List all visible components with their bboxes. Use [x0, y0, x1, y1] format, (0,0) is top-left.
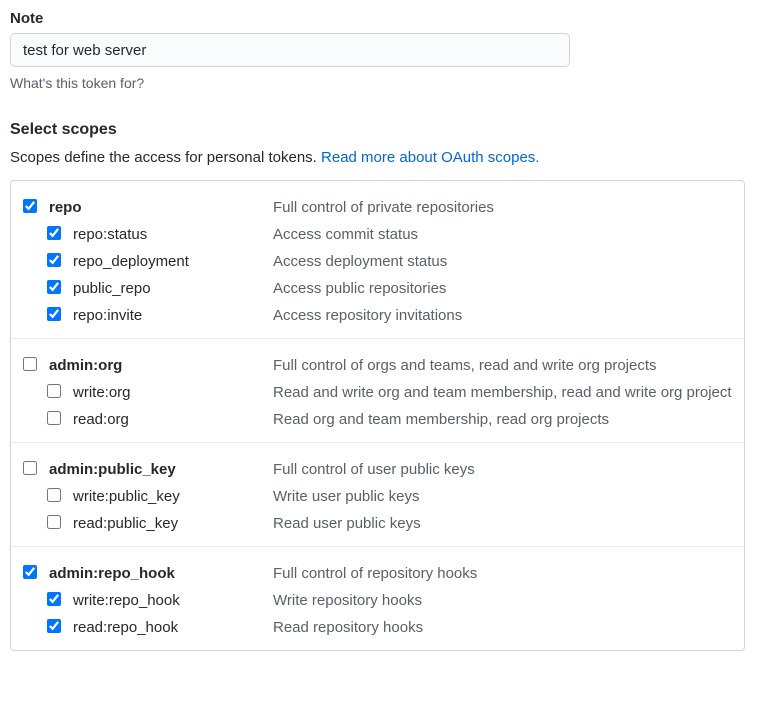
scope-checkbox-write-repo-hook[interactable] — [47, 592, 61, 606]
note-label: Note — [10, 10, 749, 27]
scope-desc: Full control of private repositories — [273, 197, 732, 216]
scope-desc: Read and write org and team membership, … — [273, 382, 732, 401]
scope-desc: Access repository invitations — [273, 305, 732, 324]
scope-group-admin-public-key: admin:public_key Full control of user pu… — [11, 442, 744, 546]
scope-name: admin:org — [49, 357, 122, 374]
scope-checkbox-write-org[interactable] — [47, 384, 61, 398]
scope-row-write-org: write:org Read and write org and team me… — [23, 378, 732, 405]
scope-desc: Read repository hooks — [273, 617, 732, 636]
scope-row-read-public-key: read:public_key Read user public keys — [23, 509, 732, 536]
scope-name: repo_deployment — [73, 253, 189, 270]
scope-row-repo-invite: repo:invite Access repository invitation… — [23, 301, 732, 328]
scope-checkbox-repo[interactable] — [23, 199, 37, 213]
scope-row-admin-repo-hook: admin:repo_hook Full control of reposito… — [23, 559, 732, 586]
scope-row-read-org: read:org Read org and team membership, r… — [23, 405, 732, 432]
scope-row-admin-org: admin:org Full control of orgs and teams… — [23, 351, 732, 378]
scope-desc: Full control of orgs and teams, read and… — [273, 355, 732, 374]
scope-name: write:public_key — [73, 488, 180, 505]
scope-name: admin:public_key — [49, 461, 176, 478]
scope-checkbox-admin-public-key[interactable] — [23, 461, 37, 475]
scope-checkbox-repo-invite[interactable] — [47, 307, 61, 321]
scope-group-repo: repo Full control of private repositorie… — [11, 181, 744, 338]
scope-row-repo-status: repo:status Access commit status — [23, 220, 732, 247]
scope-row-repo-deployment: repo_deployment Access deployment status — [23, 247, 732, 274]
scope-name: repo:invite — [73, 307, 142, 324]
scope-desc: Full control of user public keys — [273, 459, 732, 478]
scope-desc: Access public repositories — [273, 278, 732, 297]
note-section: Note What's this token for? — [10, 10, 749, 91]
scope-row-write-public-key: write:public_key Write user public keys — [23, 482, 732, 509]
scope-name: write:repo_hook — [73, 592, 180, 609]
scope-group-admin-repo-hook: admin:repo_hook Full control of reposito… — [11, 546, 744, 650]
scope-checkbox-read-repo-hook[interactable] — [47, 619, 61, 633]
scope-checkbox-admin-repo-hook[interactable] — [23, 565, 37, 579]
scope-desc: Access commit status — [273, 224, 732, 243]
scopes-description: Scopes define the access for personal to… — [10, 149, 749, 166]
scope-name: admin:repo_hook — [49, 565, 175, 582]
scopes-description-text: Scopes define the access for personal to… — [10, 149, 321, 166]
scope-row-read-repo-hook: read:repo_hook Read repository hooks — [23, 613, 732, 640]
scope-checkbox-repo-deployment[interactable] — [47, 253, 61, 267]
scope-name: write:org — [73, 384, 131, 401]
scope-desc: Read org and team membership, read org p… — [273, 409, 732, 428]
scope-row-admin-public-key: admin:public_key Full control of user pu… — [23, 455, 732, 482]
scopes-table: repo Full control of private repositorie… — [10, 180, 745, 651]
scope-desc: Write repository hooks — [273, 590, 732, 609]
scope-name: read:repo_hook — [73, 619, 178, 636]
scope-name: read:public_key — [73, 515, 178, 532]
scopes-heading: Select scopes — [10, 121, 749, 139]
note-input[interactable] — [10, 33, 570, 67]
scope-name: public_repo — [73, 280, 151, 297]
scope-row-repo: repo Full control of private repositorie… — [23, 193, 732, 220]
scope-row-write-repo-hook: write:repo_hook Write repository hooks — [23, 586, 732, 613]
scope-checkbox-read-org[interactable] — [47, 411, 61, 425]
scope-row-public-repo: public_repo Access public repositories — [23, 274, 732, 301]
scope-checkbox-write-public-key[interactable] — [47, 488, 61, 502]
scope-name: repo:status — [73, 226, 147, 243]
note-hint: What's this token for? — [10, 75, 749, 91]
scope-checkbox-read-public-key[interactable] — [47, 515, 61, 529]
scope-checkbox-public-repo[interactable] — [47, 280, 61, 294]
scope-name: read:org — [73, 411, 129, 428]
scope-checkbox-repo-status[interactable] — [47, 226, 61, 240]
scope-desc: Full control of repository hooks — [273, 563, 732, 582]
scope-checkbox-admin-org[interactable] — [23, 357, 37, 371]
scope-group-admin-org: admin:org Full control of orgs and teams… — [11, 338, 744, 442]
scope-desc: Write user public keys — [273, 486, 732, 505]
scope-desc: Access deployment status — [273, 251, 732, 270]
scope-desc: Read user public keys — [273, 513, 732, 532]
scopes-link[interactable]: Read more about OAuth scopes. — [321, 149, 539, 166]
scope-name: repo — [49, 199, 82, 216]
